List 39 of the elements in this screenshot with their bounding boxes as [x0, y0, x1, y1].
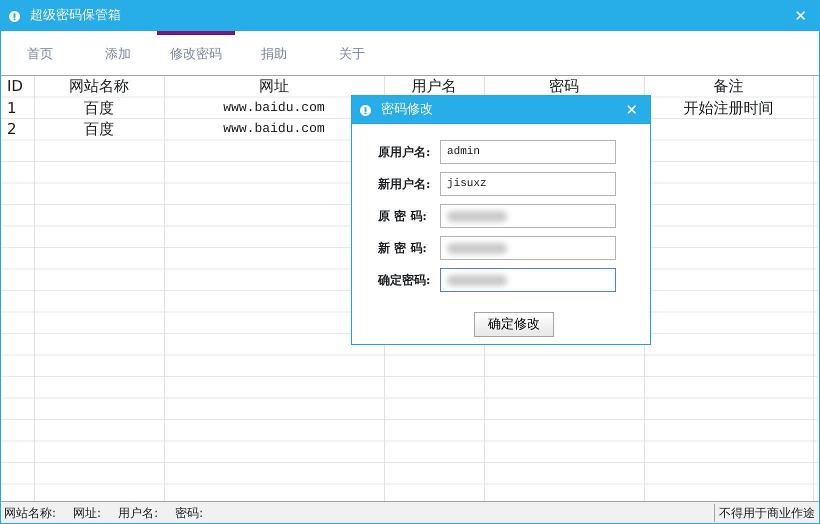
password-field[interactable]: [440, 268, 616, 292]
table-cell: www.baidu.com: [223, 121, 325, 136]
column-header: 用户名: [410, 76, 458, 97]
input-field[interactable]: admin: [440, 140, 616, 164]
input-field[interactable]: jisuxz: [440, 172, 616, 196]
password-field[interactable]: [440, 236, 616, 260]
tab[interactable]: 捐助: [235, 31, 313, 75]
password-field[interactable]: [440, 204, 616, 228]
close-button[interactable]: ✕: [621, 102, 642, 118]
tab[interactable]: 首页: [1, 31, 79, 75]
status-label: 网址:: [72, 504, 102, 522]
status-label: 网站名称:: [3, 504, 58, 522]
field-label: 新 密 码:: [378, 240, 428, 257]
table-cell: 百度: [84, 120, 114, 138]
field-label: 确定密码:: [378, 272, 432, 289]
table-cell: 百度: [84, 98, 114, 116]
confirm-button[interactable]: 确定修改: [474, 312, 554, 337]
column-header: 备注: [712, 76, 744, 97]
close-button[interactable]: ✕: [790, 8, 811, 24]
dialog-title: 密码修改: [381, 101, 433, 120]
field-label: 原用户名:: [378, 144, 432, 161]
table-cell: 开始注册时间: [684, 98, 774, 116]
table-cell: 1: [7, 98, 17, 116]
table-cell: www.baidu.com: [223, 100, 325, 114]
table-cell: 2: [7, 120, 17, 138]
column-header: ID: [6, 76, 24, 97]
field-label: 原 密 码:: [378, 208, 428, 225]
field-label: 新用户名:: [378, 176, 432, 193]
window-title: 超级密码保管箱: [30, 7, 121, 26]
status-note: 不得用于商业作途: [714, 504, 819, 522]
column-header: 网站名称: [68, 76, 130, 97]
tab[interactable]: 关于: [313, 31, 391, 75]
column-header: 网址: [258, 76, 290, 97]
status-label: 密码:: [174, 504, 204, 522]
info-icon: [360, 104, 371, 116]
column-header: 密码: [548, 76, 580, 97]
status-label: 用户名:: [117, 504, 160, 522]
info-icon: [9, 10, 20, 22]
tab[interactable]: 添加: [79, 31, 157, 75]
